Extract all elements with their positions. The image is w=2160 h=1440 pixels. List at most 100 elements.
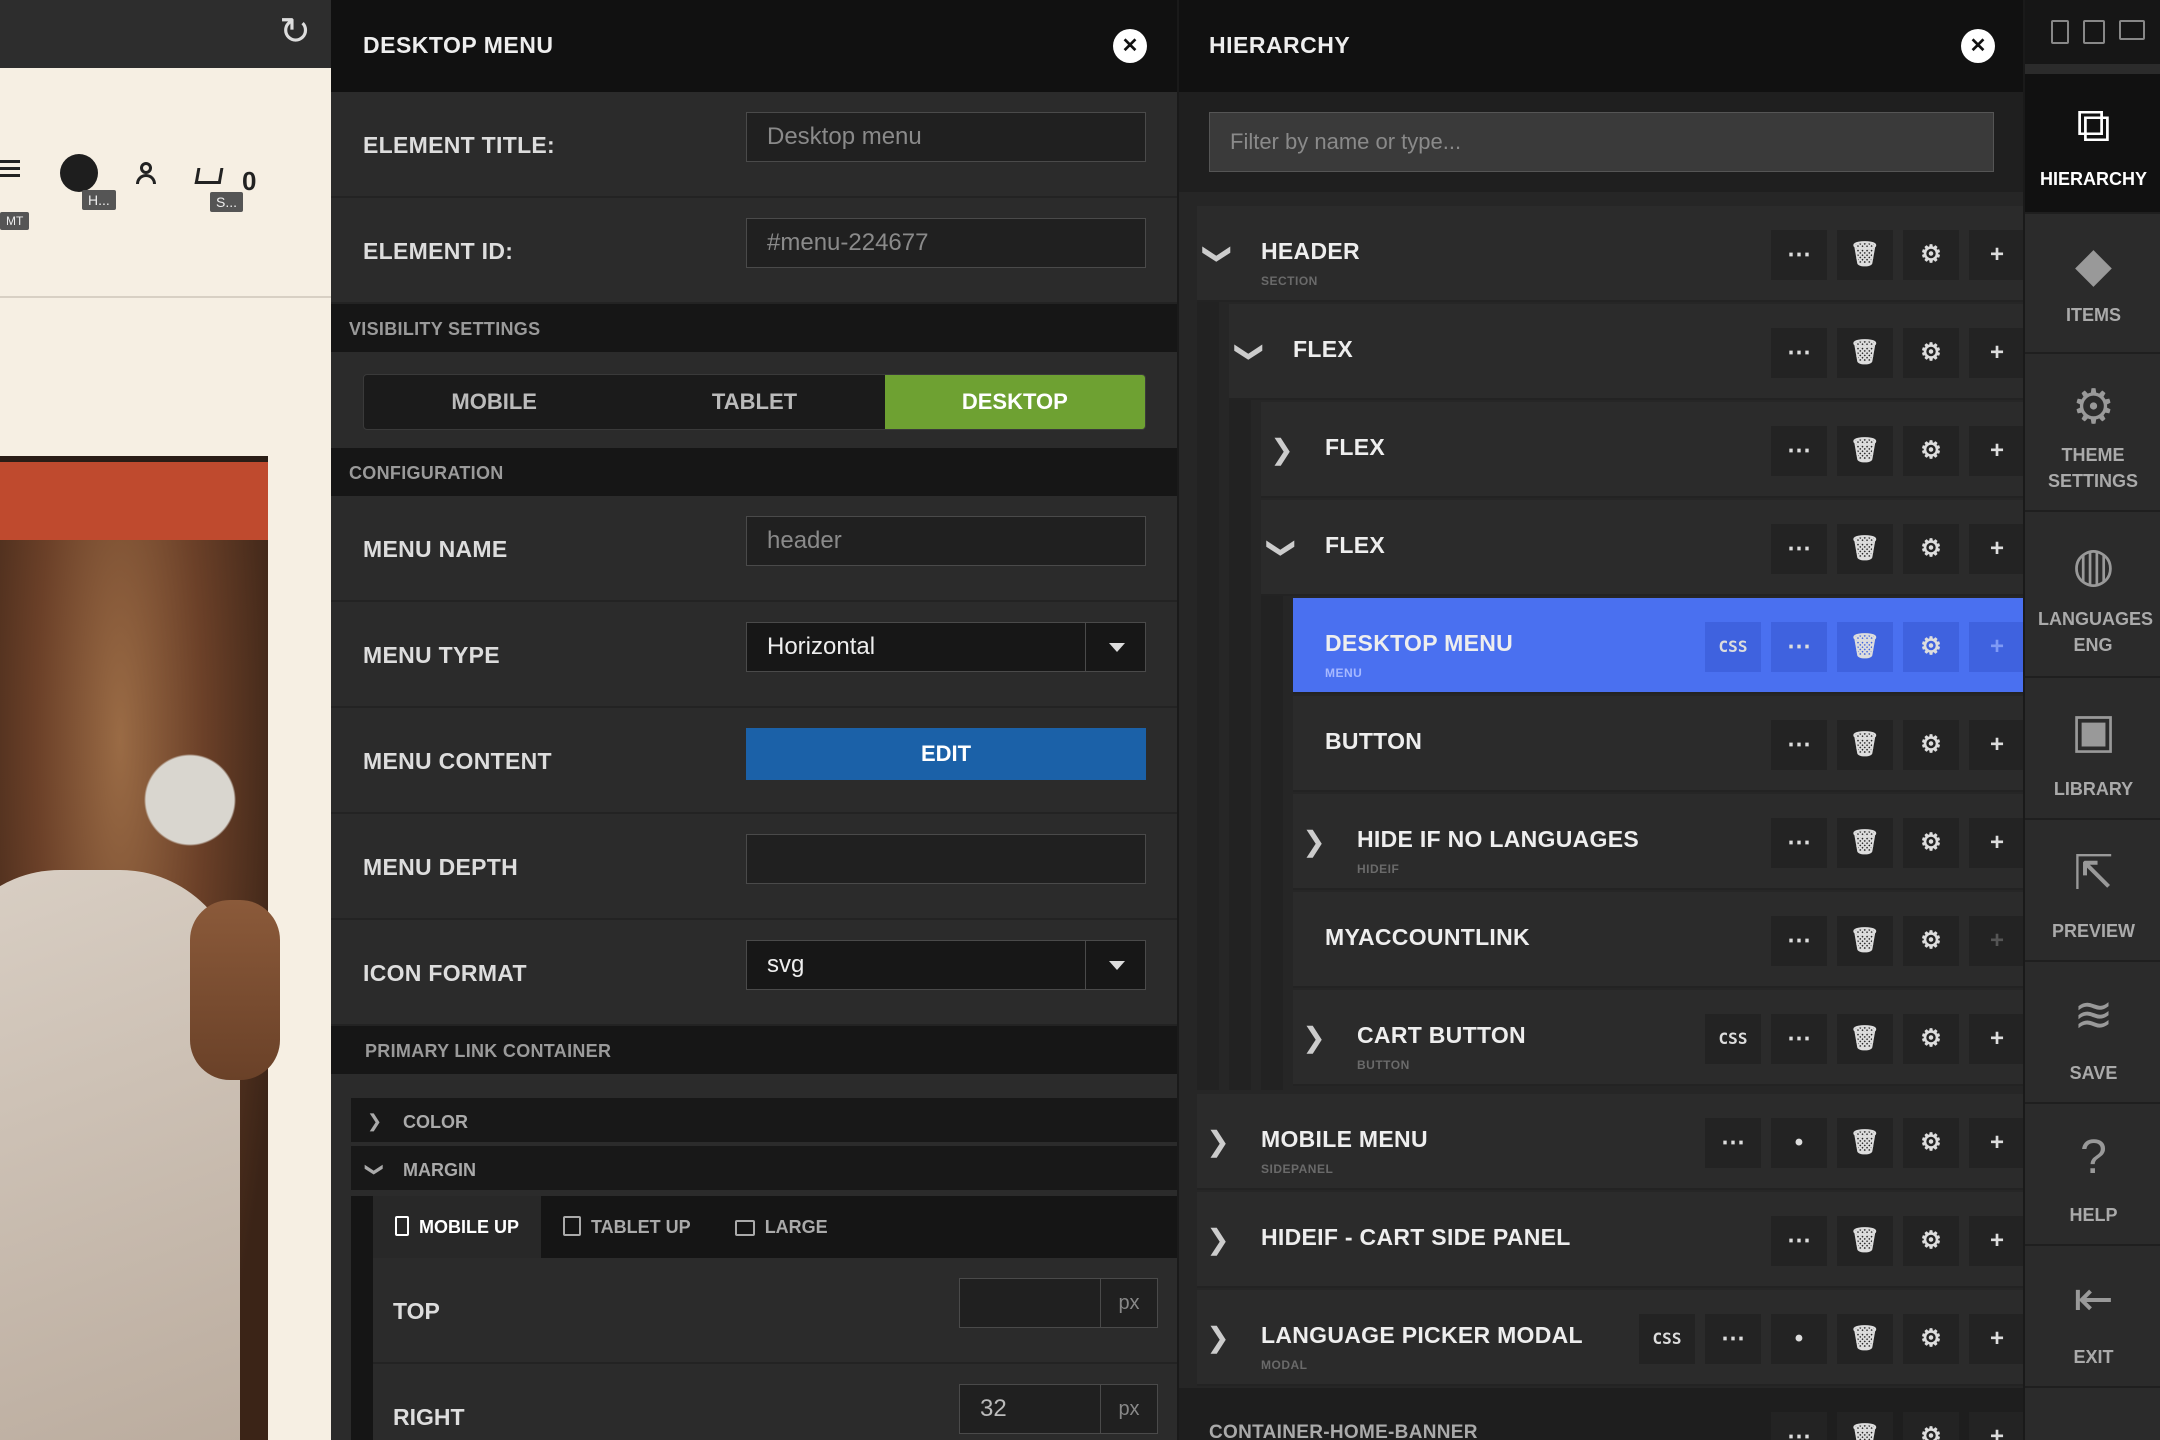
tree-row-header[interactable]: ❯ HEADER SECTION ⋯ 🗑 ⚙ + (1197, 206, 2023, 302)
css-icon[interactable]: CSS (1705, 1014, 1761, 1064)
gear-icon[interactable]: ⚙ (1903, 230, 1959, 280)
visibility-tablet[interactable]: TABLET (624, 375, 884, 429)
trash-icon[interactable]: 🗑 (1837, 1412, 1893, 1440)
desktop-device-icon[interactable] (2119, 20, 2145, 40)
trash-icon[interactable]: 🗑 (1837, 720, 1893, 770)
more-icon[interactable]: ⋯ (1771, 524, 1827, 574)
tree-row-cart-button[interactable]: ❯ CART BUTTON BUTTON CSS ⋯ 🗑 ⚙ + (1293, 990, 2023, 1086)
add-icon[interactable]: + (1969, 230, 2023, 280)
bulb-icon[interactable]: • (1771, 1314, 1827, 1364)
gear-icon[interactable]: ⚙ (1903, 1216, 1959, 1266)
add-icon[interactable]: + (1969, 328, 2023, 378)
trash-icon[interactable]: 🗑 (1837, 818, 1893, 868)
toolbar-theme-settings[interactable]: ⚙ THEME SETTINGS (2025, 356, 2160, 512)
toolbar-items[interactable]: ◆ ITEMS (2025, 214, 2160, 354)
chevron-right-icon[interactable]: ❯ (1197, 1290, 1239, 1386)
css-icon[interactable]: CSS (1639, 1314, 1695, 1364)
chevron-down-icon[interactable] (1085, 623, 1145, 671)
tree-row-hide-if-no-languages[interactable]: ❯ HIDE IF NO LANGUAGES HIDEIF ⋯ 🗑 ⚙ + (1293, 794, 2023, 890)
add-icon[interactable]: + (1969, 1118, 2023, 1168)
gear-icon[interactable]: ⚙ (1903, 1014, 1959, 1064)
trash-icon[interactable]: 🗑 (1837, 1314, 1893, 1364)
menu-name-input[interactable]: header (746, 516, 1146, 566)
gear-icon[interactable]: ⚙ (1903, 818, 1959, 868)
user-icon[interactable] (136, 162, 156, 186)
trash-icon[interactable]: 🗑 (1837, 1216, 1893, 1266)
add-icon[interactable]: + (1969, 1412, 2023, 1440)
gear-icon[interactable]: ⚙ (1903, 426, 1959, 476)
more-icon[interactable]: ⋯ (1705, 1314, 1761, 1364)
gear-icon[interactable]: ⚙ (1903, 1412, 1959, 1440)
margin-right-unit[interactable]: px (1100, 1384, 1158, 1434)
bulb-icon[interactable]: • (1771, 1118, 1827, 1168)
chevron-down-icon[interactable]: ❯ (1202, 331, 1298, 373)
gear-icon[interactable]: ⚙ (1903, 622, 1959, 672)
color-accordion[interactable]: ❯ COLOR (351, 1098, 1177, 1144)
menu-type-select[interactable]: Horizontal (746, 622, 1146, 672)
more-icon[interactable]: ⋯ (1771, 622, 1827, 672)
toolbar-exit[interactable]: ⇤ EXIT (2025, 1248, 2160, 1388)
chevron-right-icon[interactable]: ❯ (1293, 990, 1335, 1086)
tab-tablet-up[interactable]: TABLET UP (541, 1196, 713, 1258)
css-icon[interactable]: CSS (1705, 622, 1761, 672)
tree-row-hideif-cart-side-panel[interactable]: ❯ HIDEIF - CART SIDE PANEL ⋯ 🗑 ⚙ + (1197, 1192, 2023, 1288)
hamburger-icon[interactable] (0, 160, 20, 178)
hierarchy-close-button[interactable]: ✕ (1961, 29, 1995, 63)
add-icon[interactable]: + (1969, 1014, 2023, 1064)
toolbar-preview[interactable]: ⇱ PREVIEW (2025, 822, 2160, 962)
tree-row-container-home-banner[interactable]: CONTAINER-HOME-BANNER ⋯ 🗑 ⚙ + (1179, 1388, 2023, 1440)
tree-row-flex[interactable]: ❯ FLEX ⋯ 🗑 ⚙ + (1261, 500, 2023, 596)
tablet-device-icon[interactable] (2083, 20, 2105, 44)
toolbar-help[interactable]: ? HELP (2025, 1106, 2160, 1246)
refresh-icon[interactable]: ↻ (277, 13, 313, 51)
more-icon[interactable]: ⋯ (1771, 230, 1827, 280)
trash-icon[interactable]: 🗑 (1837, 230, 1893, 280)
element-title-input[interactable]: Desktop menu (746, 112, 1146, 162)
tree-row-desktop-menu[interactable]: DESKTOP MENU MENU CSS ⋯ 🗑 ⚙ + (1293, 598, 2023, 694)
trash-icon[interactable]: 🗑 (1837, 622, 1893, 672)
margin-top-unit[interactable]: px (1100, 1278, 1158, 1328)
edit-menu-button[interactable]: EDIT (746, 728, 1146, 780)
gear-icon[interactable]: ⚙ (1903, 328, 1959, 378)
tree-row-language-picker-modal[interactable]: ❯ LANGUAGE PICKER MODAL MODAL CSS ⋯ • 🗑 … (1197, 1290, 2023, 1386)
toolbar-save[interactable]: ≋ SAVE (2025, 964, 2160, 1104)
settings-close-button[interactable]: ✕ (1113, 29, 1147, 63)
tab-large[interactable]: LARGE (713, 1196, 850, 1258)
globe-icon[interactable] (60, 154, 98, 192)
tree-row-myaccountlink[interactable]: MYACCOUNTLINK ⋯ 🗑 ⚙ + (1293, 892, 2023, 988)
more-icon[interactable]: ⋯ (1771, 1412, 1827, 1440)
gear-icon[interactable]: ⚙ (1903, 1314, 1959, 1364)
add-icon[interactable]: + (1969, 1216, 2023, 1266)
trash-icon[interactable]: 🗑 (1837, 524, 1893, 574)
trash-icon[interactable]: 🗑 (1837, 426, 1893, 476)
tree-row-flex[interactable]: ❯ FLEX ⋯ 🗑 ⚙ + (1261, 402, 2023, 498)
more-icon[interactable]: ⋯ (1771, 916, 1827, 966)
chevron-right-icon[interactable]: ❯ (1261, 402, 1303, 498)
add-icon[interactable]: + (1969, 818, 2023, 868)
tree-row-flex[interactable]: ❯ FLEX ⋯ 🗑 ⚙ + (1229, 304, 2023, 400)
add-icon[interactable]: + (1969, 622, 2023, 672)
more-icon[interactable]: ⋯ (1771, 1014, 1827, 1064)
chevron-right-icon[interactable]: ❯ (1293, 794, 1335, 890)
visibility-mobile[interactable]: MOBILE (364, 375, 624, 429)
add-icon[interactable]: + (1969, 524, 2023, 574)
tree-row-mobile-menu[interactable]: ❯ MOBILE MENU SIDEPANEL ⋯ • 🗑 ⚙ + (1197, 1094, 2023, 1190)
chevron-down-icon[interactable]: ❯ (1179, 233, 1266, 275)
add-icon[interactable]: + (1969, 720, 2023, 770)
trash-icon[interactable]: 🗑 (1837, 328, 1893, 378)
tab-mobile-up[interactable]: MOBILE UP (373, 1196, 542, 1258)
gear-icon[interactable]: ⚙ (1903, 524, 1959, 574)
more-icon[interactable]: ⋯ (1705, 1118, 1761, 1168)
toolbar-languages[interactable]: ◍ LANGUAGES ENG (2025, 514, 2160, 678)
trash-icon[interactable]: 🗑 (1837, 1014, 1893, 1064)
tree-row-button[interactable]: BUTTON ⋯ 🗑 ⚙ + (1293, 696, 2023, 792)
chevron-down-icon[interactable] (1085, 941, 1145, 989)
trash-icon[interactable]: 🗑 (1837, 916, 1893, 966)
gear-icon[interactable]: ⚙ (1903, 720, 1959, 770)
margin-top-input[interactable] (959, 1278, 1101, 1328)
visibility-desktop[interactable]: DESKTOP (884, 375, 1145, 429)
icon-format-select[interactable]: svg (746, 940, 1146, 990)
add-icon[interactable]: + (1969, 1314, 2023, 1364)
chevron-right-icon[interactable]: ❯ (1197, 1192, 1239, 1288)
gear-icon[interactable]: ⚙ (1903, 916, 1959, 966)
